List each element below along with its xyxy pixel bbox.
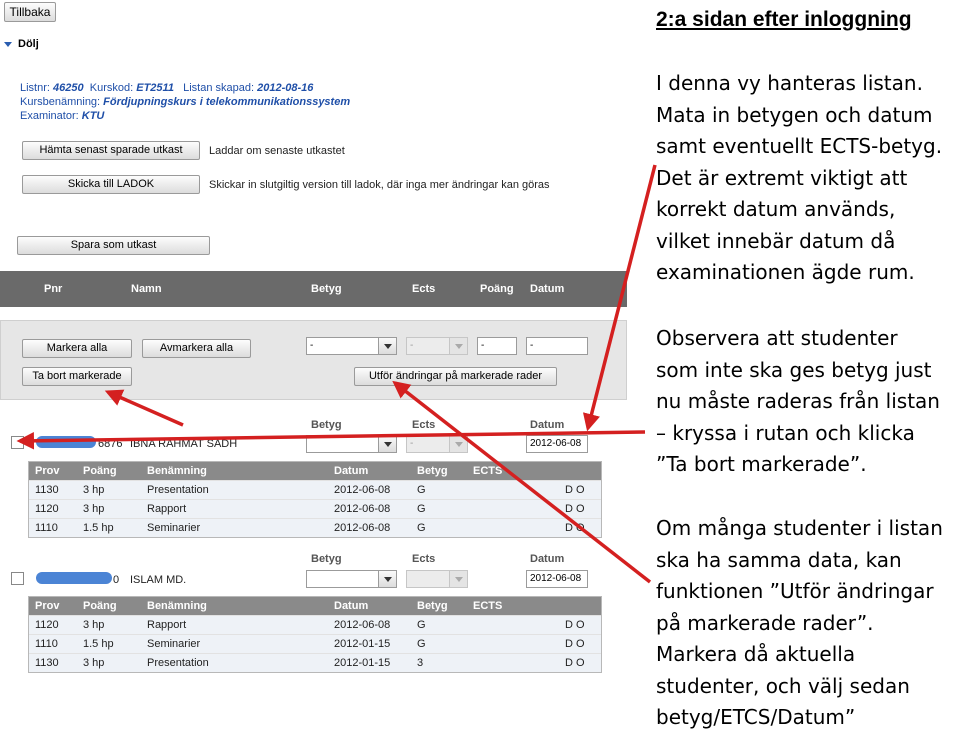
arrow-to-apply-marked: [392, 380, 652, 584]
arrow-to-datum-field: [582, 164, 657, 432]
arrow-to-remove-marked: [104, 389, 184, 427]
arrow-to-student-checkbox: [16, 430, 646, 450]
annotation-arrows: [16, 164, 657, 584]
